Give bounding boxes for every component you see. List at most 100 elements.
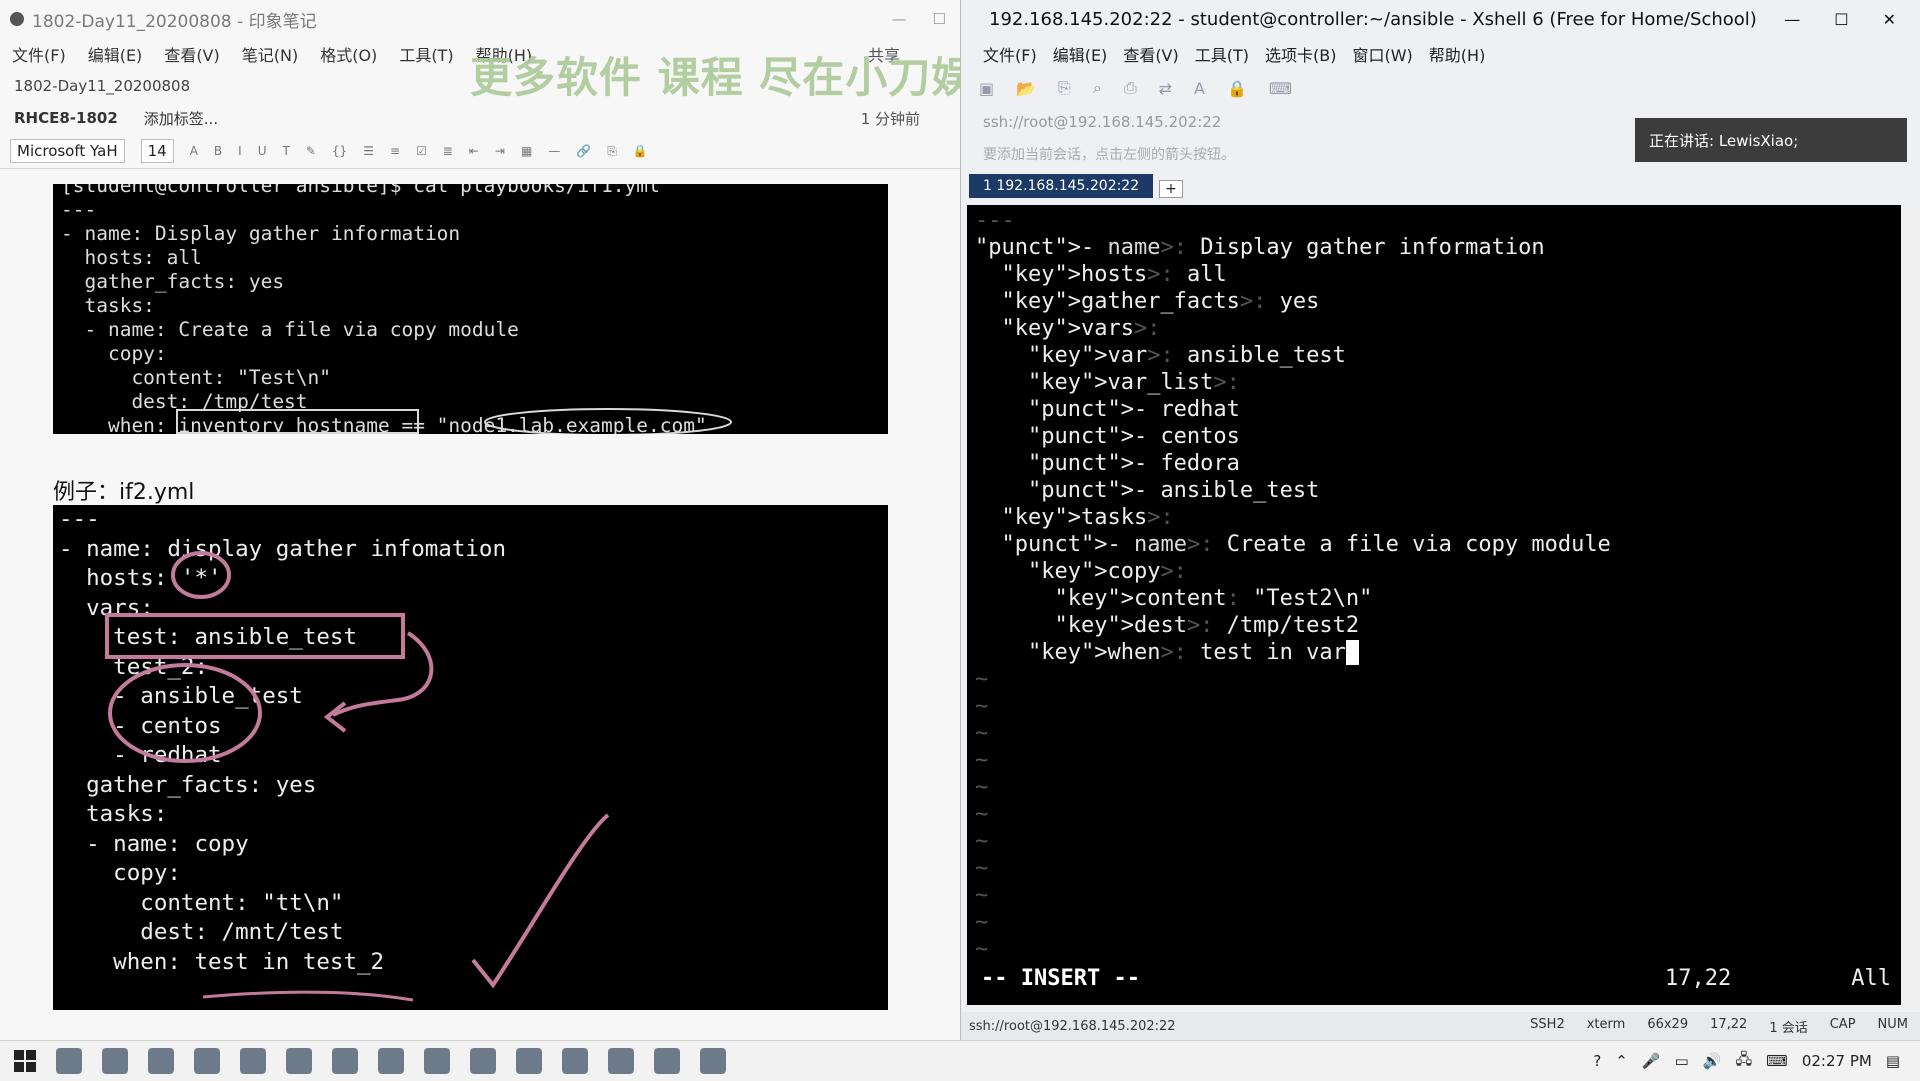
- code-block-if1: [student@controller ansible]$ cat playbo…: [61, 184, 707, 434]
- menu-view[interactable]: 查看(V): [164, 42, 219, 66]
- underline-icon[interactable]: U: [258, 144, 267, 158]
- terminal-status-bar: ssh://root@192.168.145.202:22 SSH2 xterm…: [961, 1012, 1920, 1040]
- status-sessions: 1 会话: [1769, 1020, 1808, 1036]
- numbered-list-icon[interactable]: ≡: [390, 144, 400, 158]
- font-name-select[interactable]: Microsoft YaH: [10, 139, 125, 163]
- task-view-icon[interactable]: [56, 1048, 82, 1074]
- menu-tabs[interactable]: 选项卡(B): [1265, 42, 1336, 66]
- code-icon[interactable]: {}: [332, 144, 347, 158]
- notes-app-icon: [10, 12, 24, 26]
- add-tag-button[interactable]: 添加标签...: [144, 108, 218, 129]
- terminal-scrollbar[interactable]: [1902, 205, 1920, 1005]
- bullet-list-icon[interactable]: ☰: [363, 144, 374, 158]
- app-icon[interactable]: [102, 1048, 128, 1074]
- bold-icon[interactable]: B: [214, 144, 222, 158]
- indent-icon[interactable]: ⇥: [495, 144, 505, 158]
- edge-icon[interactable]: [240, 1048, 266, 1074]
- new-session-icon[interactable]: ▣: [979, 79, 994, 98]
- link-icon[interactable]: 🔗: [576, 144, 591, 158]
- menu-format[interactable]: 格式(O): [320, 42, 377, 66]
- app-icon[interactable]: [286, 1048, 312, 1074]
- close-icon[interactable]: ✕: [1883, 10, 1896, 29]
- status-address: ssh://root@192.168.145.202:22: [969, 1018, 1176, 1034]
- menu-edit[interactable]: 编辑(E): [1053, 42, 1108, 66]
- maximize-icon[interactable]: ☐: [1834, 10, 1848, 29]
- menu-file[interactable]: 文件(F): [983, 42, 1037, 66]
- ime-icon[interactable]: ⌨: [1766, 1052, 1788, 1070]
- attachment-icon[interactable]: ⎘: [607, 144, 617, 159]
- add-tab-button[interactable]: +: [1159, 180, 1183, 198]
- notebook-selector[interactable]: RHCE8-1802: [14, 109, 118, 127]
- menu-help[interactable]: 帮助(H): [1429, 42, 1486, 66]
- evernote-icon[interactable]: [654, 1048, 680, 1074]
- lock-icon[interactable]: 🔒: [633, 144, 648, 158]
- vim-scroll-pos: All: [1851, 966, 1891, 991]
- outdent-icon[interactable]: ⇤: [469, 144, 479, 158]
- keyboard-icon[interactable]: ⌨: [1269, 79, 1292, 98]
- format-toolbar: Microsoft YaH 14 A B I U T ✎ {} ☰ ≡ ☑ ≣ …: [0, 134, 960, 169]
- italic-icon[interactable]: I: [238, 144, 242, 158]
- search-icon[interactable]: ⌕: [1093, 78, 1102, 98]
- volume-icon[interactable]: 🔊: [1703, 1052, 1722, 1070]
- xshell-icon[interactable]: [470, 1048, 496, 1074]
- minimize-icon[interactable]: —: [1784, 10, 1800, 29]
- vim-mode: -- INSERT --: [981, 966, 1140, 991]
- terminal-text: --- "punct">- name>: Display gather info…: [975, 208, 1611, 962]
- divider-icon[interactable]: —: [548, 144, 560, 158]
- start-icon[interactable]: [14, 1050, 36, 1072]
- open-icon[interactable]: 📂: [1016, 79, 1036, 98]
- table-icon[interactable]: ▦: [521, 144, 532, 158]
- app-icon[interactable]: [378, 1048, 404, 1074]
- terminal-screen[interactable]: --- "punct">- name>: Display gather info…: [967, 205, 1901, 1005]
- app-icon[interactable]: [608, 1048, 634, 1074]
- notes-title-bar: 1802-Day11_20200808 - 印象笔记 — ☐: [0, 0, 960, 38]
- minimize-icon[interactable]: —: [892, 10, 907, 28]
- print-icon[interactable]: ⎙: [1124, 78, 1137, 98]
- font-color-icon[interactable]: A: [190, 144, 198, 158]
- align-icon[interactable]: ≣: [443, 144, 453, 158]
- highlight-icon[interactable]: ✎: [306, 144, 316, 158]
- microphone-icon[interactable]: 🎤: [1642, 1052, 1661, 1070]
- app-icon[interactable]: [516, 1048, 542, 1074]
- speaking-banner: 正在讲话: LewisXiao;: [1635, 118, 1907, 162]
- status-term: xterm: [1586, 1016, 1626, 1032]
- file-explorer-icon[interactable]: [148, 1048, 174, 1074]
- app-icon[interactable]: [562, 1048, 588, 1074]
- copy-icon[interactable]: ⎘: [1058, 78, 1071, 98]
- menu-tools[interactable]: 工具(T): [1195, 42, 1249, 66]
- font-icon[interactable]: A: [1194, 79, 1205, 98]
- menu-tools[interactable]: 工具(T): [399, 42, 453, 66]
- network-icon[interactable]: 🖧: [1735, 1049, 1752, 1074]
- menu-window[interactable]: 窗口(W): [1352, 42, 1412, 66]
- code-screenshot-if1: [student@controller ansible]$ cat playbo…: [53, 184, 888, 434]
- browser-icon[interactable]: [194, 1048, 220, 1074]
- terminal-window-title: 192.168.145.202:22 - student@controller:…: [989, 8, 1757, 30]
- terminal-toolbar: ▣ 📂 ⎘ ⌕ ⎙ ⇄ A 🔒 ⌨: [961, 70, 1920, 106]
- checkbox-icon[interactable]: ☑: [416, 144, 427, 158]
- transfer-icon[interactable]: ⇄: [1159, 79, 1172, 98]
- chevron-up-icon[interactable]: ⌃: [1615, 1052, 1628, 1070]
- menu-edit[interactable]: 编辑(E): [88, 42, 143, 66]
- vim-status-line: -- INSERT -- 17,22 All: [981, 965, 1891, 992]
- maximize-icon[interactable]: ☐: [933, 10, 946, 28]
- app-icon[interactable]: [332, 1048, 358, 1074]
- menu-view[interactable]: 查看(V): [1123, 42, 1178, 66]
- clock[interactable]: 02:27 PM: [1802, 1052, 1872, 1070]
- terminal-menu-bar: 文件(F) 编辑(E) 查看(V) 工具(T) 选项卡(B) 窗口(W) 帮助(…: [961, 38, 1920, 70]
- battery-icon[interactable]: ▭: [1675, 1052, 1689, 1070]
- code-screenshot-if2: --- - name: display gather infomation ho…: [53, 505, 888, 1010]
- notification-icon[interactable]: ▤: [1886, 1052, 1900, 1070]
- app-icon[interactable]: [700, 1048, 726, 1074]
- font-size-select[interactable]: 14: [140, 139, 174, 163]
- notes-window: 1802-Day11_20200808 - 印象笔记 — ☐ 文件(F) 编辑(…: [0, 0, 961, 1040]
- menu-note[interactable]: 笔记(N): [242, 42, 298, 66]
- help-icon[interactable]: ?: [1593, 1052, 1601, 1070]
- system-tray: ? ⌃ 🎤 ▭ 🔊 🖧 ⌨ 02:27 PM ▤: [1593, 1049, 1900, 1074]
- tab-session-1[interactable]: 1 192.168.145.202:22: [969, 174, 1154, 198]
- lock-icon[interactable]: 🔒: [1227, 79, 1247, 98]
- menu-file[interactable]: 文件(F): [12, 42, 66, 66]
- speaking-text: 正在讲话: LewisXiao;: [1649, 131, 1799, 150]
- strikethrough-icon[interactable]: T: [283, 144, 290, 158]
- code-block-if2: --- - name: display gather infomation ho…: [59, 506, 507, 975]
- app-icon[interactable]: [424, 1048, 450, 1074]
